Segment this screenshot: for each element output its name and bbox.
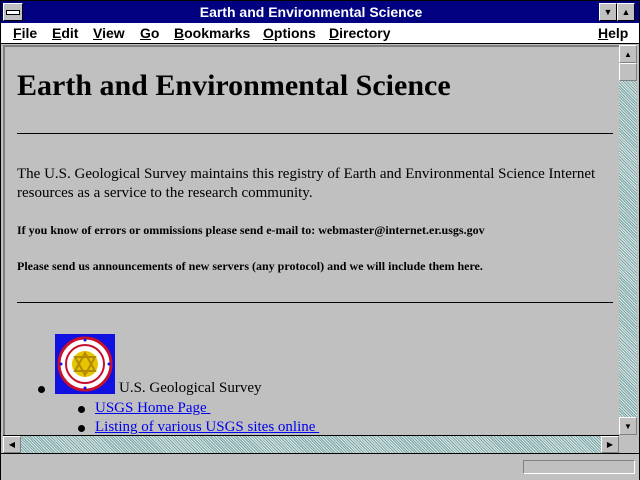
usgs-home-page-link[interactable]: USGS Home Page	[95, 400, 210, 417]
menu-bar: File Edit View Go Bookmarks Options Dire…	[1, 23, 639, 44]
usgs-seal-icon	[55, 334, 115, 394]
menu-go[interactable]: Go	[140, 24, 159, 42]
progress-indicator	[523, 460, 635, 474]
system-menu-icon	[6, 9, 20, 15]
menu-view[interactable]: View	[93, 24, 125, 42]
up-arrow-icon: ▲	[624, 49, 632, 59]
down-arrow-icon: ▼	[603, 7, 613, 17]
down-arrow-icon: ▼	[624, 421, 632, 431]
bullet-icon	[78, 406, 85, 413]
menu-options[interactable]: Options	[263, 24, 316, 42]
scroll-left-button[interactable]: ◀	[3, 436, 21, 453]
right-arrow-icon: ▶	[606, 440, 614, 449]
menu-directory[interactable]: Directory	[329, 24, 390, 42]
announcements-note: Please send us announcements of new serv…	[17, 259, 483, 273]
minimize-button[interactable]: ▼	[599, 3, 617, 21]
intro-paragraph: The U.S. Geological Survey maintains thi…	[17, 166, 596, 201]
scroll-thumb[interactable]	[619, 63, 637, 81]
menu-file[interactable]: File	[13, 24, 37, 42]
horizontal-scrollbar[interactable]: ◀ ▶	[3, 435, 619, 453]
menu-bookmarks[interactable]: Bookmarks	[174, 24, 250, 42]
scroll-track[interactable]	[619, 63, 637, 417]
vertical-scrollbar[interactable]: ▲ ▼	[619, 45, 637, 435]
divider	[17, 133, 613, 134]
title-bar[interactable]: Earth and Environmental Science ▼ ▲	[1, 1, 639, 23]
errors-note: If you know of errors or ommissions plea…	[17, 223, 485, 237]
window-title: Earth and Environmental Science	[199, 4, 423, 20]
list-item-label: U.S. Geological Survey	[119, 380, 262, 396]
scroll-down-button[interactable]: ▼	[619, 417, 637, 435]
browser-window: Earth and Environmental Science ▼ ▲ File…	[0, 0, 640, 480]
up-arrow-icon: ▲	[621, 7, 631, 17]
menu-edit[interactable]: Edit	[52, 24, 78, 42]
usgs-sites-listing-link[interactable]: Listing of various USGS sites online	[95, 419, 319, 435]
scrollbar-corner	[619, 435, 637, 453]
maximize-button[interactable]: ▲	[617, 3, 635, 21]
left-arrow-icon: ◀	[8, 440, 16, 449]
scroll-up-button[interactable]: ▲	[619, 45, 637, 63]
system-menu-button[interactable]	[3, 3, 23, 21]
bullet-icon	[38, 386, 45, 393]
scroll-track[interactable]	[21, 436, 601, 453]
scroll-right-button[interactable]: ▶	[601, 436, 619, 453]
document-view[interactable]: Earth and Environmental Science The U.S.…	[3, 45, 619, 435]
divider	[17, 302, 613, 303]
status-bar	[1, 453, 639, 480]
menu-help[interactable]: Help	[598, 24, 628, 42]
page-heading: Earth and Environmental Science	[17, 69, 451, 102]
bullet-icon	[78, 425, 85, 432]
status-text	[5, 458, 515, 474]
